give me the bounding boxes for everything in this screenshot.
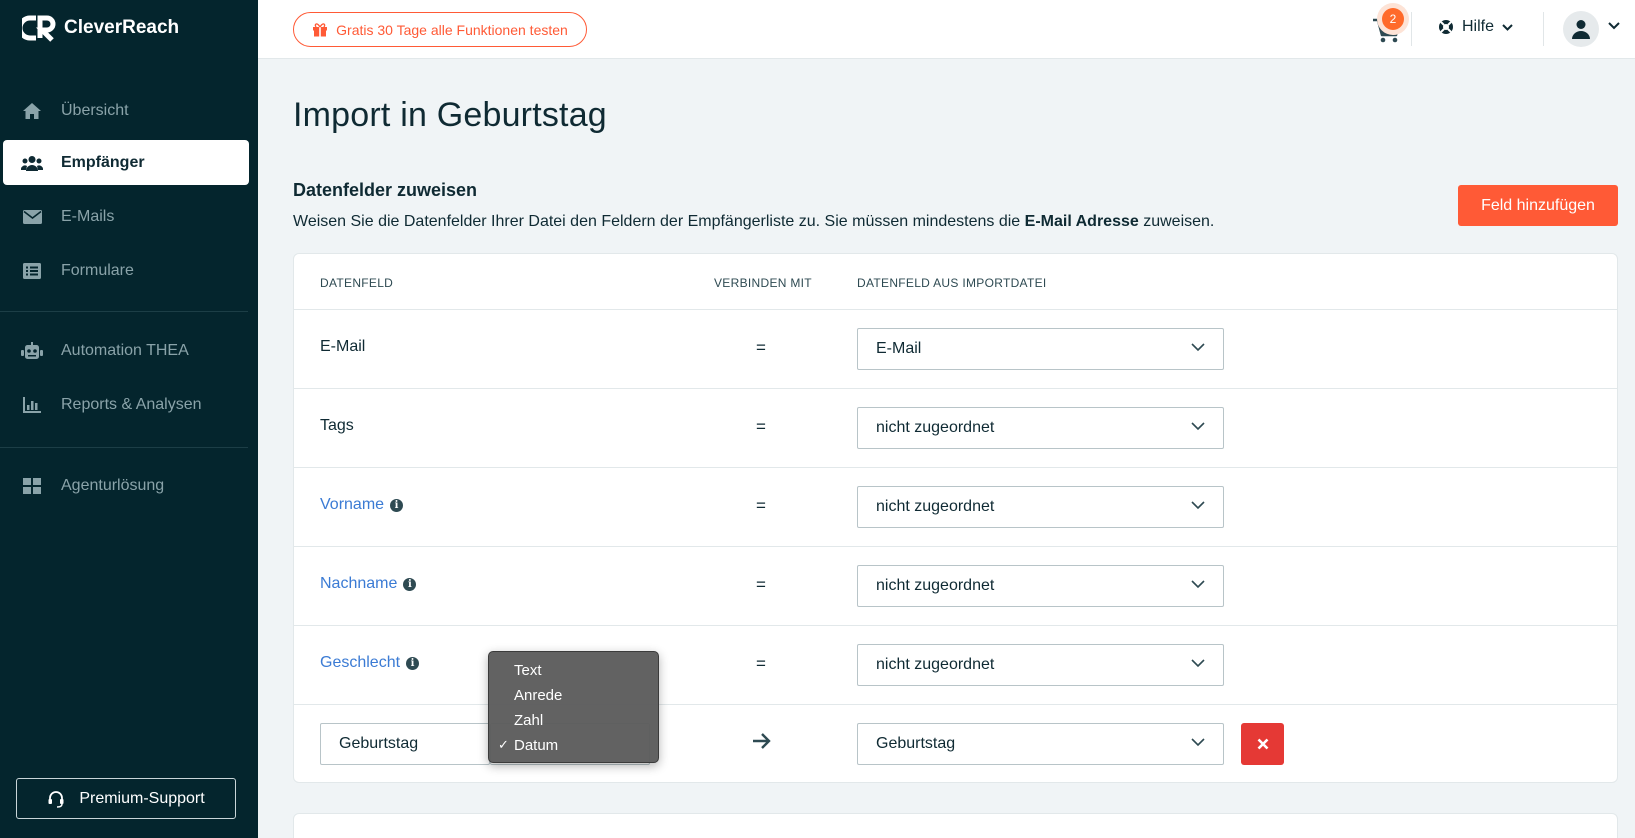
sidebar-item-label: Formulare [61, 261, 134, 279]
premium-support-button[interactable]: Premium-Support [16, 778, 236, 819]
field-label-link[interactable]: Vorname i [320, 496, 404, 514]
close-icon [1257, 738, 1268, 750]
sidebar-item-emails[interactable]: E-Mails [3, 194, 249, 239]
arrow-right-icon [753, 733, 771, 749]
column-header-connect: VERBINDEN MIT [714, 276, 812, 290]
chevron-down-icon [1191, 501, 1205, 510]
column-header-field: DATENFELD [320, 276, 394, 290]
grid-icon [21, 475, 43, 497]
topbar: Gratis 30 Tage alle Funktionen testen 2 … [258, 0, 1635, 59]
equals-sign: = [756, 338, 766, 357]
import-field-select[interactable]: nicht zugeordnet [857, 644, 1224, 686]
free-trial-button[interactable]: Gratis 30 Tage alle Funktionen testen [293, 12, 587, 47]
robot-icon [21, 340, 43, 362]
sidebar-item-label: Agenturlösung [61, 476, 165, 494]
chevron-down-icon [1191, 738, 1205, 747]
page-title: Import in Geburtstag [293, 96, 607, 134]
topbar-separator [1411, 12, 1412, 46]
menu-item-anrede[interactable]: Anrede [489, 683, 658, 708]
chevron-down-icon [1191, 343, 1205, 352]
chevron-down-icon[interactable] [1608, 22, 1620, 30]
headset-icon [48, 790, 64, 808]
cart-count-badge: 2 [1382, 8, 1404, 30]
lifebuoy-icon [1439, 20, 1453, 34]
column-header-import-field: DATENFELD AUS IMPORTDATEI [857, 276, 1047, 290]
equals-sign: = [756, 575, 766, 594]
menu-item-text[interactable]: Text [489, 658, 658, 683]
section-description: Weisen Sie die Datenfelder Ihrer Datei d… [293, 213, 1215, 230]
table-row: Nachname i = nicht zugeordnet [294, 547, 1617, 626]
users-icon [21, 152, 43, 174]
home-icon [21, 100, 43, 122]
chevron-down-icon [1191, 659, 1205, 668]
user-avatar[interactable] [1563, 11, 1599, 47]
cleverreach-logo-icon [22, 15, 56, 42]
sidebar-item-label: Reports & Analysen [61, 395, 202, 413]
field-label-link[interactable]: Nachname i [320, 575, 417, 593]
import-field-select[interactable]: Geburtstag [857, 723, 1224, 765]
sidebar-item-agenturloesung[interactable]: Agenturlösung [3, 463, 249, 508]
section-title: Datenfelder zuweisen [293, 180, 478, 200]
table-header: DATENFELD VERBINDEN MIT DATENFELD AUS IM… [294, 254, 1617, 310]
import-field-select[interactable]: E-Mail [857, 328, 1224, 370]
info-icon[interactable]: i [406, 656, 420, 670]
sidebar-item-reports[interactable]: Reports & Analysen [3, 382, 249, 427]
add-field-button[interactable]: Feld hinzufügen [1458, 185, 1618, 226]
sidebar-item-formulare[interactable]: Formulare [3, 248, 249, 293]
field-label: E-Mail [320, 338, 366, 355]
sidebar-divider [0, 311, 248, 312]
menu-item-zahl[interactable]: Zahl [489, 708, 658, 733]
sidebar: CleverReach Übersicht Empfänger E-Mails … [0, 0, 258, 838]
sidebar-item-label: Empfänger [61, 153, 145, 171]
brand-name: CleverReach [64, 17, 180, 38]
envelope-icon [21, 206, 43, 228]
sidebar-item-empfaenger[interactable]: Empfänger [3, 140, 249, 185]
sidebar-item-label: E-Mails [61, 207, 115, 225]
gift-icon [313, 23, 328, 37]
table-row: Tags = nicht zugeordnet [294, 389, 1617, 468]
equals-sign: = [756, 496, 766, 515]
topbar-separator [1543, 12, 1544, 46]
import-field-select[interactable]: nicht zugeordnet [857, 486, 1224, 528]
field-label: Tags [320, 417, 354, 434]
equals-sign: = [756, 417, 766, 436]
table-row: Vorname i = nicht zugeordnet [294, 468, 1617, 547]
info-icon[interactable]: i [390, 498, 404, 512]
new-field-name-input[interactable]: Geburtstag [320, 723, 490, 765]
import-field-select[interactable]: nicht zugeordnet [857, 565, 1224, 607]
sidebar-divider [0, 447, 248, 448]
help-label: Hilfe [1462, 18, 1495, 35]
chevron-down-icon [1502, 23, 1513, 31]
sidebar-item-label: Automation THEA [61, 341, 189, 359]
delete-field-button[interactable] [1241, 723, 1284, 765]
checkmark-icon: ✓ [498, 737, 509, 752]
field-type-menu: Text Anrede Zahl ✓ Datum [488, 651, 659, 763]
equals-sign: = [756, 654, 766, 673]
bar-chart-icon [21, 394, 43, 416]
user-icon [1572, 20, 1590, 39]
brand-logo[interactable]: CleverReach [22, 14, 179, 42]
field-label-link[interactable]: Geschlecht i [320, 654, 420, 672]
table-row: E-Mail = E-Mail [294, 310, 1617, 389]
menu-item-datum[interactable]: ✓ Datum [489, 733, 658, 758]
next-card [293, 813, 1618, 838]
form-icon [21, 260, 43, 282]
sidebar-item-automation-thea[interactable]: Automation THEA [3, 328, 249, 373]
info-icon[interactable]: i [403, 577, 417, 591]
premium-support-label: Premium-Support [79, 789, 205, 807]
import-field-select[interactable]: nicht zugeordnet [857, 407, 1224, 449]
sidebar-item-label: Übersicht [61, 101, 129, 119]
chevron-down-icon [1191, 422, 1205, 431]
chevron-down-icon [1191, 580, 1205, 589]
free-trial-label: Gratis 30 Tage alle Funktionen testen [336, 21, 568, 38]
help-menu[interactable]: Hilfe [1438, 18, 1513, 36]
sidebar-item-uebersicht[interactable]: Übersicht [3, 88, 249, 133]
